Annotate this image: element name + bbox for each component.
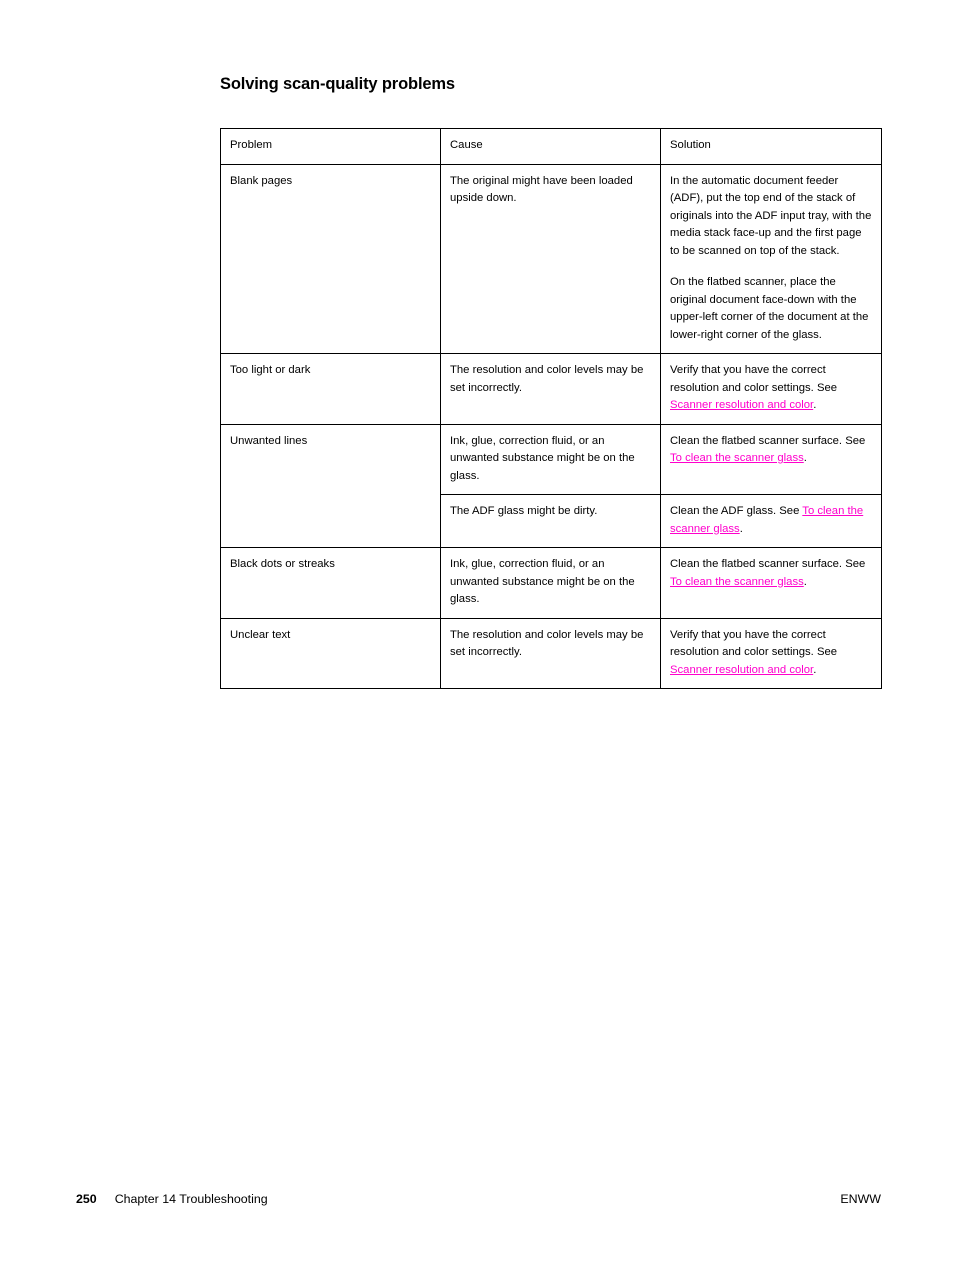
cell-cause: The resolution and color levels may be s… (440, 617, 661, 689)
solution-text-suffix: . (803, 452, 807, 464)
column-header-cause: Cause (440, 128, 661, 165)
cell-cause: Ink, glue, correction fluid, or an unwan… (440, 423, 661, 495)
solution-paragraph-1: In the automatic document feeder (ADF), … (670, 174, 872, 257)
solution-paragraph-2: On the flatbed scanner, place the origin… (670, 276, 869, 341)
solution-text: Clean the flatbed scanner surface. See (670, 434, 866, 447)
solution-text: Clean the ADF glass. See (670, 505, 803, 517)
column-header-problem: Problem (220, 128, 441, 165)
cell-cause: Ink, glue, correction fluid, or an unwan… (440, 547, 661, 619)
cross-reference-link[interactable]: Scanner resolution and color (670, 399, 813, 411)
table-header: Problem Cause Solution (220, 128, 882, 165)
footer-left: 250 Chapter 14 Troubleshooting (76, 1192, 268, 1206)
cell-cause: The original might have been loaded upsi… (440, 164, 661, 354)
cross-reference-link[interactable]: Scanner resolution and color (670, 664, 813, 676)
page-footer: 250 Chapter 14 Troubleshooting ENWW (76, 1192, 881, 1212)
solution-text-suffix: . (739, 522, 743, 535)
cross-reference-link[interactable]: To clean the scanner glass (670, 452, 804, 464)
cell-problem: Black dots or streaks (220, 547, 441, 619)
solution-text-suffix: . (813, 399, 817, 411)
cell-solution: Verify that you have the correct resolut… (660, 353, 882, 425)
table-row: Unclear text The resolution and color le… (220, 617, 882, 689)
table-row: Too light or dark The resolution and col… (220, 353, 882, 425)
cell-problem: Too light or dark (220, 353, 441, 425)
scan-quality-problems-table: Problem Cause Solution Blank pages The o… (220, 128, 882, 689)
cell-problem: Unclear text (220, 617, 441, 689)
column-header-solution: Solution (660, 128, 882, 165)
cell-problem: Unwanted lines (220, 423, 441, 548)
cell-cause: The resolution and color levels may be s… (440, 353, 661, 425)
solution-text-suffix: . (803, 575, 807, 588)
footer-chapter-label: Chapter 14 Troubleshooting (114, 1192, 268, 1206)
scan-quality-table-wrapper: Problem Cause Solution Blank pages The o… (220, 128, 882, 689)
page-title: Solving scan-quality problems (220, 75, 455, 94)
cell-solution: In the automatic document feeder (ADF), … (660, 164, 882, 354)
document-page: Solving scan-quality problems Problem Ca… (0, 0, 954, 1270)
cell-problem: Blank pages (220, 164, 441, 354)
cell-cause: The ADF glass might be dirty. (440, 494, 661, 548)
cell-solution: Verify that you have the correct resolut… (660, 617, 882, 689)
footer-page-number: 250 (76, 1192, 97, 1206)
cell-solution: Clean the ADF glass. See To clean the sc… (660, 494, 882, 548)
table-body: Blank pages The original might have been… (220, 164, 882, 689)
cell-solution: Clean the flatbed scanner surface. See T… (660, 423, 882, 495)
table-row: Unwanted lines Ink, glue, correction flu… (220, 423, 882, 548)
footer-imprint: ENWW (840, 1192, 881, 1206)
solution-text-suffix: . (813, 663, 817, 676)
table-row: Blank pages The original might have been… (220, 164, 882, 354)
solution-text: Verify that you have the correct resolut… (670, 364, 838, 394)
solution-text: Verify that you have the correct resolut… (670, 628, 838, 659)
solution-text: Clean the flatbed scanner surface. See (670, 558, 866, 570)
table-row: Black dots or streaks Ink, glue, correct… (220, 547, 882, 619)
cross-reference-link[interactable]: To clean the scanner glass (670, 576, 804, 588)
table-header-row: Problem Cause Solution (220, 128, 882, 165)
cell-solution: Clean the flatbed scanner surface. See T… (660, 547, 882, 619)
